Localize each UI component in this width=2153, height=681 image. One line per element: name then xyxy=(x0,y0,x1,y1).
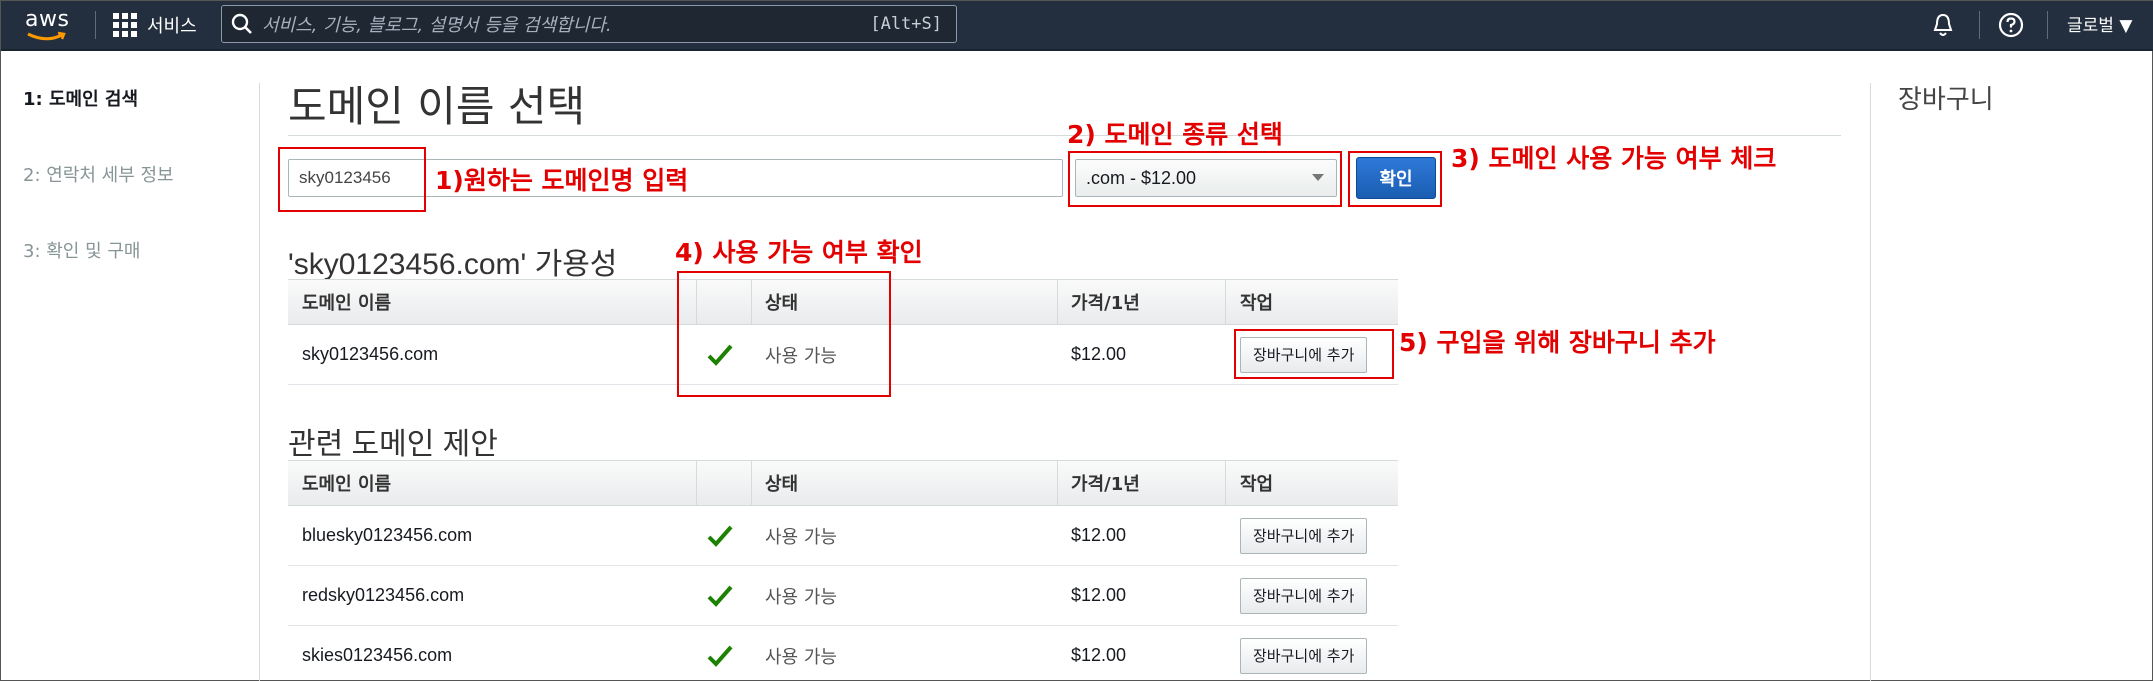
global-search-input[interactable]: 서비스, 기능, 블로그, 설명서 등을 검색합니다. [Alt+S] xyxy=(221,5,957,43)
annotation-box-domain-input xyxy=(278,147,426,212)
header-price: 가격/1년 xyxy=(1071,474,1140,495)
aws-logo[interactable]: aws xyxy=(23,5,75,45)
header-action: 작업 xyxy=(1240,293,1274,314)
suggestions-table: 도메인 이름 상태 가격/1년 작업 bluesky0123456.com 사용… xyxy=(288,460,1398,681)
left-divider xyxy=(259,83,260,681)
annotation-step-5: 5) 구입을 위해 장바구니 추가 xyxy=(1399,328,1716,357)
annotation-box-status xyxy=(677,271,891,397)
domain-name: redsky0123456.com xyxy=(302,585,465,605)
services-label: 서비스 xyxy=(147,16,197,37)
aws-logo-text: aws xyxy=(25,7,70,32)
cart-title: 장바구니 xyxy=(1898,85,1994,115)
domain-name: skies0123456.com xyxy=(302,645,453,665)
nav-divider xyxy=(1979,11,1980,39)
annotation-step-3: 3) 도메인 사용 가능 여부 체크 xyxy=(1451,144,1777,173)
table-row: bluesky0123456.com 사용 가능 $12.00 장바구니에 추가 xyxy=(288,506,1398,566)
table-row: skies0123456.com 사용 가능 $12.00 장바구니에 추가 xyxy=(288,626,1398,681)
header-action: 작업 xyxy=(1240,474,1274,495)
notifications-bell-icon[interactable] xyxy=(1929,11,1957,39)
header-domain-name: 도메인 이름 xyxy=(302,474,392,495)
status-text: 사용 가능 xyxy=(765,646,837,668)
add-to-cart-button[interactable]: 장바구니에 추가 xyxy=(1240,517,1368,554)
table-header: 도메인 이름 상태 가격/1년 작업 xyxy=(288,460,1398,506)
annotation-step-4: 4) 사용 가능 여부 확인 xyxy=(675,238,923,267)
status-text: 사용 가능 xyxy=(765,526,837,548)
annotation-box-tld-select xyxy=(1068,151,1342,207)
annotation-box-add-cart xyxy=(1234,329,1394,379)
search-icon xyxy=(222,13,262,35)
annotation-box-confirm xyxy=(1348,151,1442,207)
annotation-step-1: 1)원하는 도메인명 입력 xyxy=(435,166,689,195)
price: $12.00 xyxy=(1071,585,1127,605)
price: $12.00 xyxy=(1071,645,1127,665)
nav-divider xyxy=(2047,11,2048,39)
checkmark-icon xyxy=(706,566,734,625)
availability-title: 'sky0123456.com' 가용성 xyxy=(288,248,618,281)
step-contact-details[interactable]: 2: 연락처 세부 정보 xyxy=(23,161,174,187)
status-text: 사용 가능 xyxy=(765,586,837,608)
action-cell: 장바구니에 추가 xyxy=(1240,566,1368,625)
region-selector[interactable]: 글로벌 ▼ xyxy=(2067,11,2132,36)
search-shortcut: [Alt+S] xyxy=(870,14,942,34)
checkmark-icon xyxy=(706,626,734,681)
region-label: 글로벌 ▼ xyxy=(2067,16,2133,36)
price: $12.00 xyxy=(1071,525,1127,545)
step-domain-search[interactable]: 1: 도메인 검색 xyxy=(23,85,138,111)
help-icon[interactable] xyxy=(1997,11,2025,39)
page-title: 도메인 이름 선택 xyxy=(288,82,586,131)
grid-icon xyxy=(113,13,137,37)
nav-divider xyxy=(95,11,96,39)
top-nav: aws 서비스 서비스, 기능, 블로그, 설명서 등을 검색합니다. [Alt… xyxy=(1,1,2153,51)
annotation-step-2: 2) 도메인 종류 선택 xyxy=(1067,120,1283,149)
services-menu-button[interactable]: 서비스 xyxy=(113,9,197,41)
table-row: redsky0123456.com 사용 가능 $12.00 장바구니에 추가 xyxy=(288,566,1398,626)
header-domain-name: 도메인 이름 xyxy=(302,293,392,314)
action-cell: 장바구니에 추가 xyxy=(1240,506,1368,565)
add-to-cart-button[interactable]: 장바구니에 추가 xyxy=(1240,637,1368,674)
title-divider xyxy=(288,135,1841,136)
search-placeholder: 서비스, 기능, 블로그, 설명서 등을 검색합니다. xyxy=(262,15,612,36)
price: $12.00 xyxy=(1071,344,1127,364)
domain-name: sky0123456.com xyxy=(302,344,439,364)
aws-smile-icon xyxy=(27,31,66,41)
action-cell: 장바구니에 추가 xyxy=(1240,626,1368,681)
domain-name: bluesky0123456.com xyxy=(302,525,473,545)
right-divider xyxy=(1870,83,1871,681)
step-review-purchase[interactable]: 3: 확인 및 구매 xyxy=(23,237,140,263)
add-to-cart-button[interactable]: 장바구니에 추가 xyxy=(1240,577,1368,614)
suggestions-title: 관련 도메인 제안 xyxy=(288,428,498,461)
header-status: 상태 xyxy=(765,474,799,495)
header-price: 가격/1년 xyxy=(1071,293,1140,314)
checkmark-icon xyxy=(706,506,734,565)
